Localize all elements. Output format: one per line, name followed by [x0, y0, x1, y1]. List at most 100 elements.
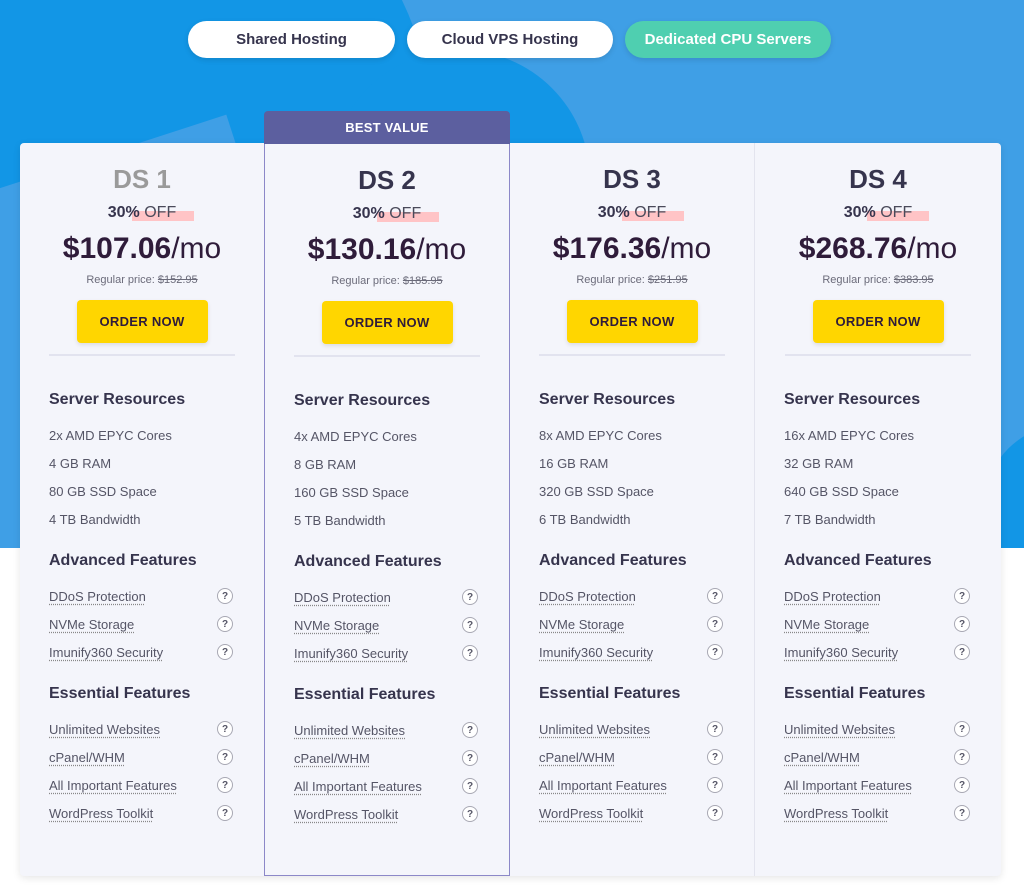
resource-item: 5 TB Bandwidth	[294, 513, 386, 528]
tab-dedicated-cpu-servers[interactable]: Dedicated CPU Servers	[625, 21, 831, 58]
help-icon[interactable]: ?	[217, 644, 233, 660]
feature-label[interactable]: Imunify360 Security	[539, 645, 653, 660]
section-title-advanced-features: Advanced Features	[294, 553, 442, 570]
resource-item: 160 GB SSD Space	[294, 485, 409, 500]
help-icon[interactable]: ?	[954, 721, 970, 737]
feature-label[interactable]: NVMe Storage	[539, 617, 624, 632]
discount-percent: 30%	[843, 204, 876, 221]
price-amount: $107.06	[62, 232, 172, 265]
feature-label[interactable]: All Important Features	[49, 778, 177, 793]
help-icon[interactable]: ?	[217, 805, 233, 821]
help-icon[interactable]: ?	[217, 721, 233, 737]
section-title-essential-features: Essential Features	[49, 685, 191, 702]
help-icon[interactable]: ?	[217, 588, 233, 604]
feature-label[interactable]: All Important Features	[539, 778, 667, 793]
help-icon[interactable]: ?	[707, 805, 723, 821]
advanced-features-list: DDoS Protection? NVMe Storage? Imunify360 …	[294, 583, 480, 667]
tab-shared-hosting[interactable]: Shared Hosting	[188, 21, 395, 58]
resource-item: 16 GB RAM	[539, 456, 609, 471]
help-icon[interactable]: ?	[462, 645, 478, 661]
help-icon[interactable]: ?	[954, 749, 970, 765]
plan-features: Server Resources 4x AMD EPYC Cores 8 GB R…	[265, 392, 509, 828]
feature-label[interactable]: WordPress Toolkit	[294, 807, 398, 822]
feature-label[interactable]: NVMe Storage	[49, 617, 134, 632]
help-icon[interactable]: ?	[462, 722, 478, 738]
help-icon[interactable]: ?	[462, 589, 478, 605]
regular-price: Regular price: $251.95	[510, 274, 754, 286]
help-icon[interactable]: ?	[707, 644, 723, 660]
advanced-features-list: DDoS Protection? NVMe Storage? Imunify360 …	[784, 582, 972, 666]
price-period: /mo	[416, 233, 467, 266]
feature-label[interactable]: Imunify360 Security	[784, 645, 898, 660]
resource-item: 7 TB Bandwidth	[784, 512, 876, 527]
advanced-features-list: DDoS Protection? NVMe Storage? Imunify360 …	[49, 582, 235, 666]
discount-label: OFF	[144, 204, 177, 221]
help-icon[interactable]: ?	[954, 777, 970, 793]
discount-badge: 30% OFF	[755, 204, 1001, 222]
plan-features: Server Resources 16x AMD EPYC Cores 32 GB…	[755, 391, 1001, 827]
feature-item: WordPress Toolkit?	[49, 799, 235, 827]
help-icon[interactable]: ?	[954, 805, 970, 821]
feature-label[interactable]: Unlimited Websites	[539, 722, 650, 737]
feature-label[interactable]: Imunify360 Security	[49, 645, 163, 660]
help-icon[interactable]: ?	[707, 616, 723, 632]
feature-item: DDoS Protection?	[784, 582, 972, 610]
feature-label[interactable]: DDoS Protection	[294, 590, 391, 605]
plan-features: Server Resources 2x AMD EPYC Cores 4 GB R…	[20, 391, 264, 827]
pricing-table: DS 1 30% OFF $107.06/mo Regular price: $…	[20, 111, 1001, 876]
feature-label[interactable]: All Important Features	[294, 779, 422, 794]
price-period: /mo	[907, 232, 958, 265]
feature-label[interactable]: Imunify360 Security	[294, 646, 408, 661]
feature-label[interactable]: DDoS Protection	[49, 589, 146, 604]
order-now-button[interactable]: ORDER NOW	[812, 300, 944, 343]
plan-name: DS 1	[113, 164, 171, 194]
feature-label[interactable]: NVMe Storage	[294, 618, 379, 633]
help-icon[interactable]: ?	[707, 777, 723, 793]
help-icon[interactable]: ?	[954, 588, 970, 604]
help-icon[interactable]: ?	[707, 721, 723, 737]
feature-label[interactable]: DDoS Protection	[784, 589, 881, 604]
help-icon[interactable]: ?	[217, 777, 233, 793]
order-now-button[interactable]: ORDER NOW	[566, 300, 698, 343]
feature-label[interactable]: WordPress Toolkit	[539, 806, 643, 821]
regular-price-label: Regular price:	[576, 274, 645, 286]
feature-label[interactable]: cPanel/WHM	[784, 750, 860, 765]
help-icon[interactable]: ?	[462, 806, 478, 822]
feature-item: Imunify360 Security?	[784, 638, 972, 666]
server-resources-list: 8x AMD EPYC Cores 16 GB RAM 320 GB SSD Spa…	[539, 422, 725, 534]
tab-cloud-vps-hosting[interactable]: Cloud VPS Hosting	[407, 21, 613, 58]
plan-features: Server Resources 8x AMD EPYC Cores 16 GB …	[510, 391, 754, 827]
feature-label[interactable]: WordPress Toolkit	[49, 806, 153, 821]
help-icon[interactable]: ?	[462, 617, 478, 633]
help-icon[interactable]: ?	[217, 749, 233, 765]
help-icon[interactable]: ?	[707, 749, 723, 765]
feature-item: All Important Features?	[784, 771, 972, 799]
help-icon[interactable]: ?	[217, 616, 233, 632]
plan-card-ds4: DS 4 30% OFF $268.76/mo Regular price: $…	[755, 143, 1001, 876]
regular-price: Regular price: $185.95	[265, 275, 509, 287]
order-now-button[interactable]: ORDER NOW	[76, 300, 208, 343]
help-icon[interactable]: ?	[954, 644, 970, 660]
discount-label: OFF	[634, 204, 667, 221]
help-icon[interactable]: ?	[462, 750, 478, 766]
resource-item: 8 GB RAM	[294, 457, 357, 472]
regular-price-value: $251.95	[647, 274, 688, 286]
feature-label[interactable]: All Important Features	[784, 778, 912, 793]
help-icon[interactable]: ?	[462, 778, 478, 794]
help-icon[interactable]: ?	[707, 588, 723, 604]
hosting-type-tabs: Shared Hosting Cloud VPS Hosting Dedicat…	[188, 21, 831, 58]
feature-label[interactable]: cPanel/WHM	[49, 750, 125, 765]
feature-label[interactable]: NVMe Storage	[784, 617, 869, 632]
help-icon[interactable]: ?	[954, 616, 970, 632]
order-now-button[interactable]: ORDER NOW	[321, 301, 453, 344]
plan-name: DS 4	[849, 164, 907, 194]
feature-label[interactable]: WordPress Toolkit	[784, 806, 888, 821]
feature-label[interactable]: cPanel/WHM	[294, 751, 370, 766]
advanced-features-list: DDoS Protection? NVMe Storage? Imunify360 …	[539, 582, 725, 666]
feature-label[interactable]: DDoS Protection	[539, 589, 636, 604]
feature-label[interactable]: Unlimited Websites	[784, 722, 895, 737]
section-title-server-resources: Server Resources	[784, 391, 921, 408]
feature-label[interactable]: Unlimited Websites	[294, 723, 405, 738]
feature-label[interactable]: Unlimited Websites	[49, 722, 160, 737]
feature-label[interactable]: cPanel/WHM	[539, 750, 615, 765]
